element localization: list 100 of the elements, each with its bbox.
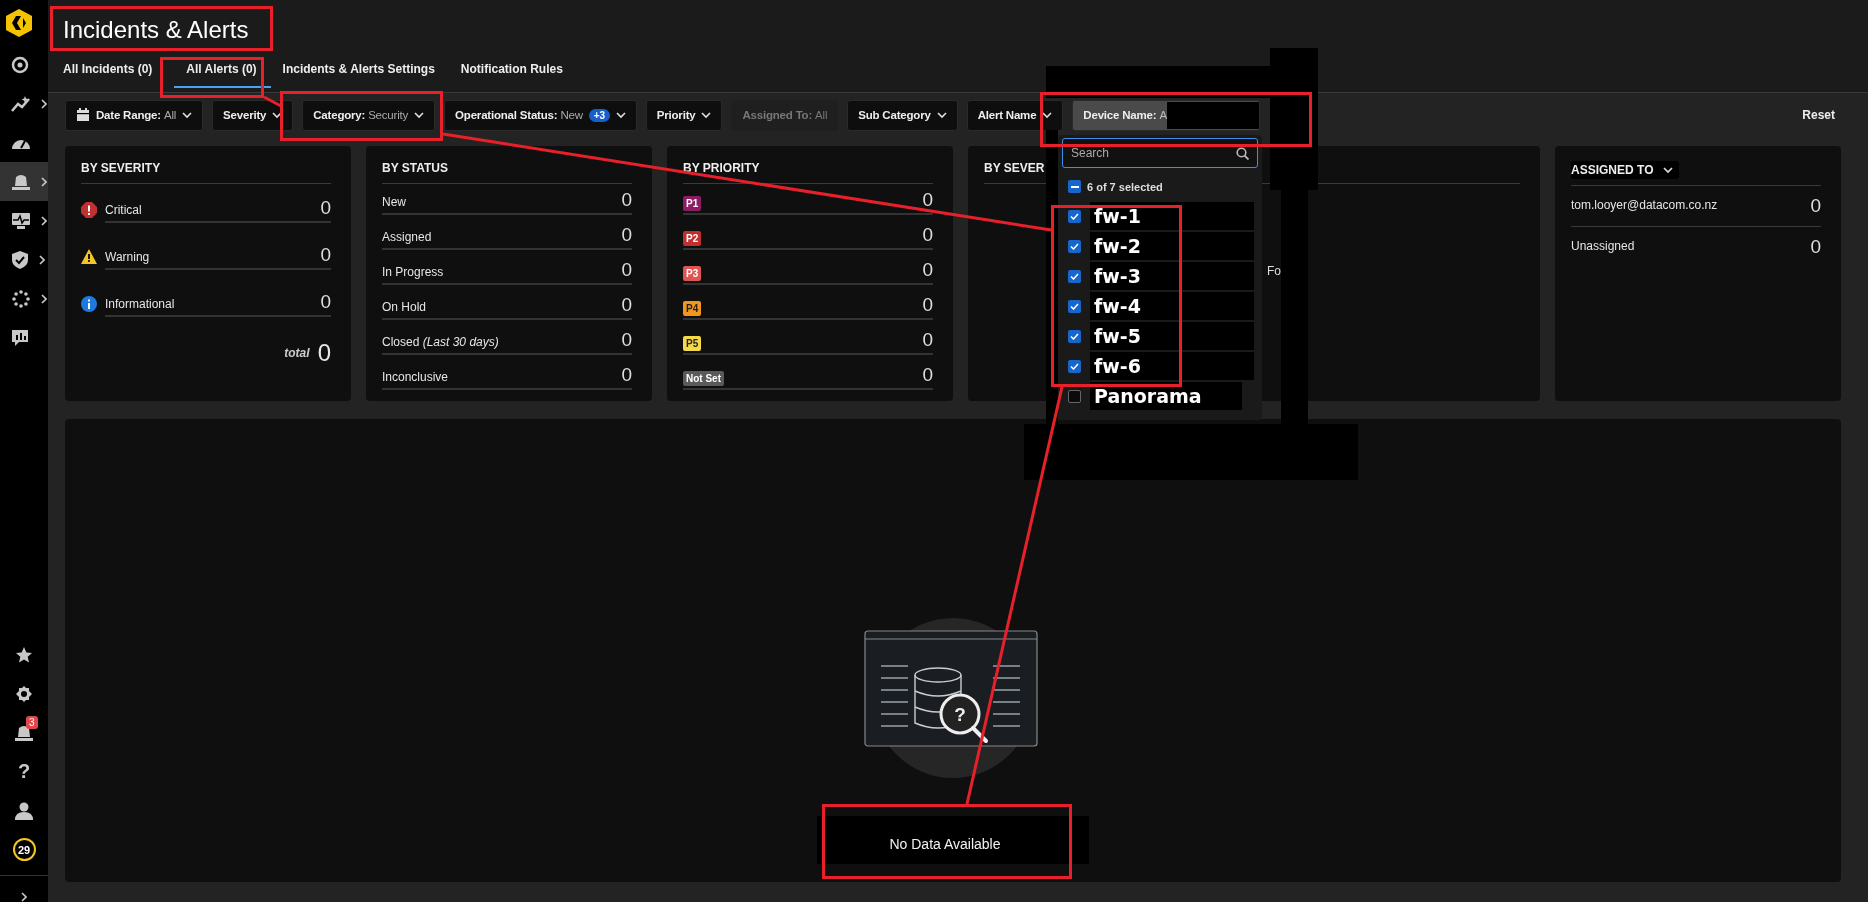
assigned-to-dropdown[interactable]: ASSIGNED TO [1571,161,1680,179]
bell-icon [11,172,31,191]
count-value: 0 [922,293,933,316]
checkbox[interactable] [1068,329,1081,343]
search-icon [1236,147,1249,160]
error-icon [81,201,97,218]
chevron-down-icon [414,111,425,119]
chevron-right-icon [39,254,45,265]
reset-button[interactable]: Reset [1796,107,1841,123]
logo-icon [6,8,32,37]
chevron-right-icon [41,215,47,226]
priority-tag: P5 [683,335,702,351]
checkbox[interactable] [1068,209,1081,223]
shield-icon [11,249,29,270]
device-option[interactable]: fw-5 [1090,322,1254,350]
count-value: 0 [922,188,933,211]
filter-dropdown[interactable]: Device Name: A [1072,99,1260,131]
tab[interactable]: Incidents & Alerts Settings [282,52,449,88]
device-option[interactable]: fw-3 [1090,262,1254,290]
user-icon [14,801,34,820]
filter-dropdown[interactable]: Operational Status: New +3 [444,99,637,131]
count-value: 0 [621,363,632,386]
severity-label: Informational [105,296,175,313]
count-value: 0 [1810,195,1821,217]
chevron-down-icon [936,111,947,119]
monitor-icon [11,211,31,230]
device-option[interactable]: fw-4 [1090,292,1254,320]
page-title: Incidents & Alerts [63,14,249,44]
help-icon[interactable]: ? [17,760,31,783]
chevron-right-icon [41,98,47,109]
card-title: BY STATUS [382,161,632,184]
count-value: 0 [621,188,632,211]
count-value: 0 [621,223,632,246]
priority-tag: Not Set [683,370,724,386]
trend-icon [11,94,31,113]
count-value: 0 [621,328,632,351]
device-option[interactable]: Panorama [1090,382,1242,410]
priority-tag: P3 [683,265,702,281]
card-message: Fo [1267,264,1282,278]
card-title: BY PRIORITY [683,161,933,184]
filter-dropdown[interactable]: Category: Security [302,99,436,131]
status-label: On Hold [382,299,427,316]
assignee-label: Unassigned [1571,239,1635,255]
filter-dropdown[interactable]: Severity [212,99,294,131]
device-option[interactable]: fw-6 [1090,352,1254,380]
priority-tag: P1 [683,195,702,211]
annotation-line [263,95,282,108]
chevron-down-icon [701,111,712,119]
count-value: 0 [320,290,331,313]
settings-icon [15,684,33,703]
filter-dropdown[interactable]: Priority [645,99,723,131]
filter-dropdown[interactable]: Alert Name [966,99,1064,131]
assignee-label: tom.looyer@datacom.co.nz [1571,198,1718,214]
star-icon [15,645,33,664]
checkbox[interactable] [1068,239,1081,253]
chevron-down-icon [182,111,193,119]
status-label: Inconclusive [382,369,449,386]
warning-icon [81,249,97,264]
count-value: 0 [621,293,632,316]
checkbox[interactable] [1068,299,1081,313]
count-value: 0 [922,223,933,246]
chevron-down-icon [272,111,283,119]
count-value: 0 [320,243,331,266]
checkbox[interactable] [1068,389,1081,403]
tab[interactable]: All Incidents (0) [63,52,167,88]
filter-dropdown[interactable]: Sub Category [847,99,958,131]
count-value: 0 [922,328,933,351]
severity-label: Critical [105,202,142,219]
count-value: 0 [320,196,331,219]
priority-tag: P4 [683,300,702,316]
total-label: total [284,346,310,360]
priority-tag: P2 [683,230,702,246]
checkbox[interactable] [1068,269,1081,283]
tab[interactable]: Notification Rules [460,52,577,88]
total-value: 0 [317,339,331,367]
device-option[interactable]: fw-1 [1090,202,1254,230]
checkbox[interactable] [1068,359,1081,373]
status-label: In Progress [382,264,444,281]
count-value: 0 [621,258,632,281]
filter-dropdown[interactable]: Date Range: All [65,99,204,131]
dashboard-icon [11,328,29,347]
calendar-icon [76,108,90,122]
notification-badge: 3 [26,716,38,729]
select-all-checkbox[interactable] [1068,180,1081,193]
counter-badge[interactable]: 29 [12,838,36,861]
nav-item[interactable] [0,162,48,201]
chevron-right-icon [21,892,27,902]
info-icon [81,295,97,312]
severity-label: Warning [105,249,150,266]
tab[interactable]: All Alerts (0) [174,52,271,88]
dotted-circle-icon [11,288,31,309]
device-option[interactable]: fw-2 [1090,232,1254,260]
empty-state-message: No Data Available [817,816,1089,864]
card-title: BY SEVERITY [81,161,331,184]
chevron-down-icon [1663,166,1674,174]
status-label: Assigned [382,229,432,246]
radar-icon [11,55,29,74]
count-value: 0 [922,258,933,281]
count-value: 0 [1810,236,1821,258]
status-label: New [382,194,406,211]
